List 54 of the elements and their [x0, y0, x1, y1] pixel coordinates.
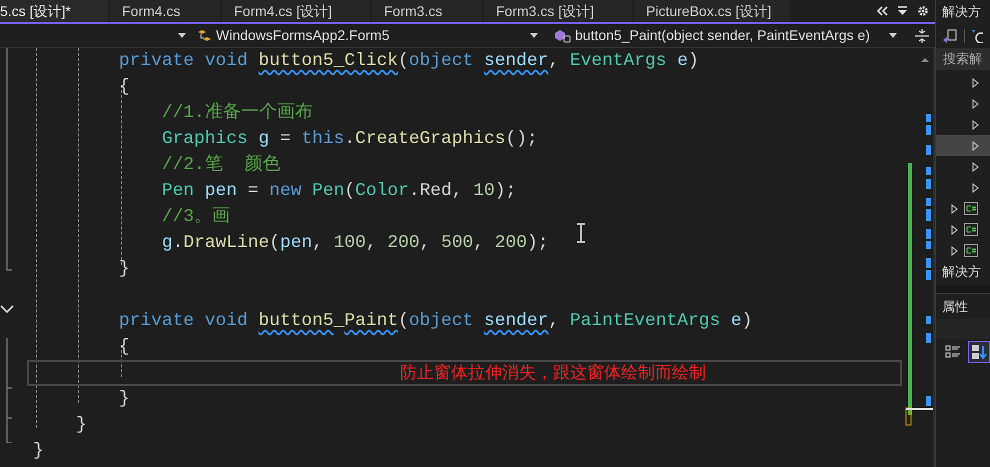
csharp-file-icon — [964, 244, 978, 257]
code-line: //2.笔 颜色 — [160, 155, 280, 175]
document-tab[interactable]: Form3.cs [设计] — [484, 0, 632, 22]
code-line: { — [118, 337, 130, 357]
document-tab[interactable]: Form4.cs [设计] — [222, 0, 370, 22]
code-line: //1.准备一个画布 — [160, 103, 313, 123]
sort-alphabetical-icon[interactable] — [968, 341, 990, 363]
expand-icon[interactable] — [951, 204, 958, 214]
code-line: } — [118, 259, 130, 279]
expand-icon[interactable] — [972, 98, 979, 108]
settings-icon[interactable] — [917, 5, 929, 17]
type-dropdown[interactable]: WindowsFormsApp2.Form5 — [190, 24, 552, 46]
annotation-text: 防止窗体拉伸消失，跟这窗体绘制而绘制 — [400, 362, 706, 384]
expand-icon[interactable] — [951, 224, 958, 234]
csharp-file-icon — [964, 223, 978, 236]
expand-icon[interactable] — [972, 182, 979, 192]
panel-tab[interactable]: 解决方 — [936, 261, 990, 283]
overflow-tabs-icon[interactable] — [876, 6, 888, 16]
expand-icon[interactable] — [972, 162, 979, 172]
caret-icon — [178, 33, 186, 38]
expand-icon[interactable] — [972, 120, 979, 130]
dropdown-icon[interactable] — [897, 6, 908, 16]
document-tab[interactable]: Form3.cs — [372, 0, 482, 22]
caret-icon — [530, 33, 538, 38]
type-name: WindowsFormsApp2.Form5 — [216, 26, 390, 45]
code-line: private void button5_Click(object sender, EventArgs e) — [118, 51, 699, 71]
member-name: button5_Paint(object sender, PaintEventArgs e) — [575, 26, 871, 45]
code-line: } — [118, 389, 130, 409]
code-line: g.DrawLine(pen, 100, 200, 500, 200); — [160, 233, 548, 253]
panel-title: 解决方 — [941, 3, 982, 21]
document-tab[interactable]: 5.cs [设计]* — [0, 0, 108, 22]
sync-icon[interactable] — [942, 29, 958, 43]
collapse-icon[interactable] — [0, 305, 14, 314]
code-line: { — [118, 77, 130, 97]
search-field[interactable]: 搜索解 — [936, 48, 990, 70]
caret-icon — [889, 33, 897, 38]
code-line: Graphics g = this.CreateGraphics(); — [160, 129, 538, 149]
history-icon[interactable] — [971, 29, 983, 43]
member-dropdown[interactable]: button5_Paint(object sender, PaintEventArgs e) — [552, 24, 905, 46]
code-line: } — [33, 441, 44, 461]
expand-icon[interactable] — [972, 78, 979, 88]
document-tab[interactable]: PictureBox.cs [设计] — [634, 0, 790, 22]
expand-icon[interactable] — [951, 246, 958, 256]
code-line: //3。画 — [160, 207, 230, 227]
expand-icon[interactable] — [972, 140, 979, 150]
code-line: } — [74, 415, 87, 435]
class-icon — [196, 28, 212, 42]
text-cursor-icon — [575, 223, 587, 243]
csharp-file-icon — [964, 202, 978, 215]
document-tab[interactable]: Form4.cs — [110, 0, 220, 22]
code-line: Pen pen = new Pen(Color.Red, 10); — [160, 181, 516, 201]
method-icon — [554, 28, 572, 42]
code-line: private void button5_Paint(object sender, PaintEventArgs e) — [118, 311, 752, 331]
split-window-icon[interactable] — [915, 28, 929, 42]
